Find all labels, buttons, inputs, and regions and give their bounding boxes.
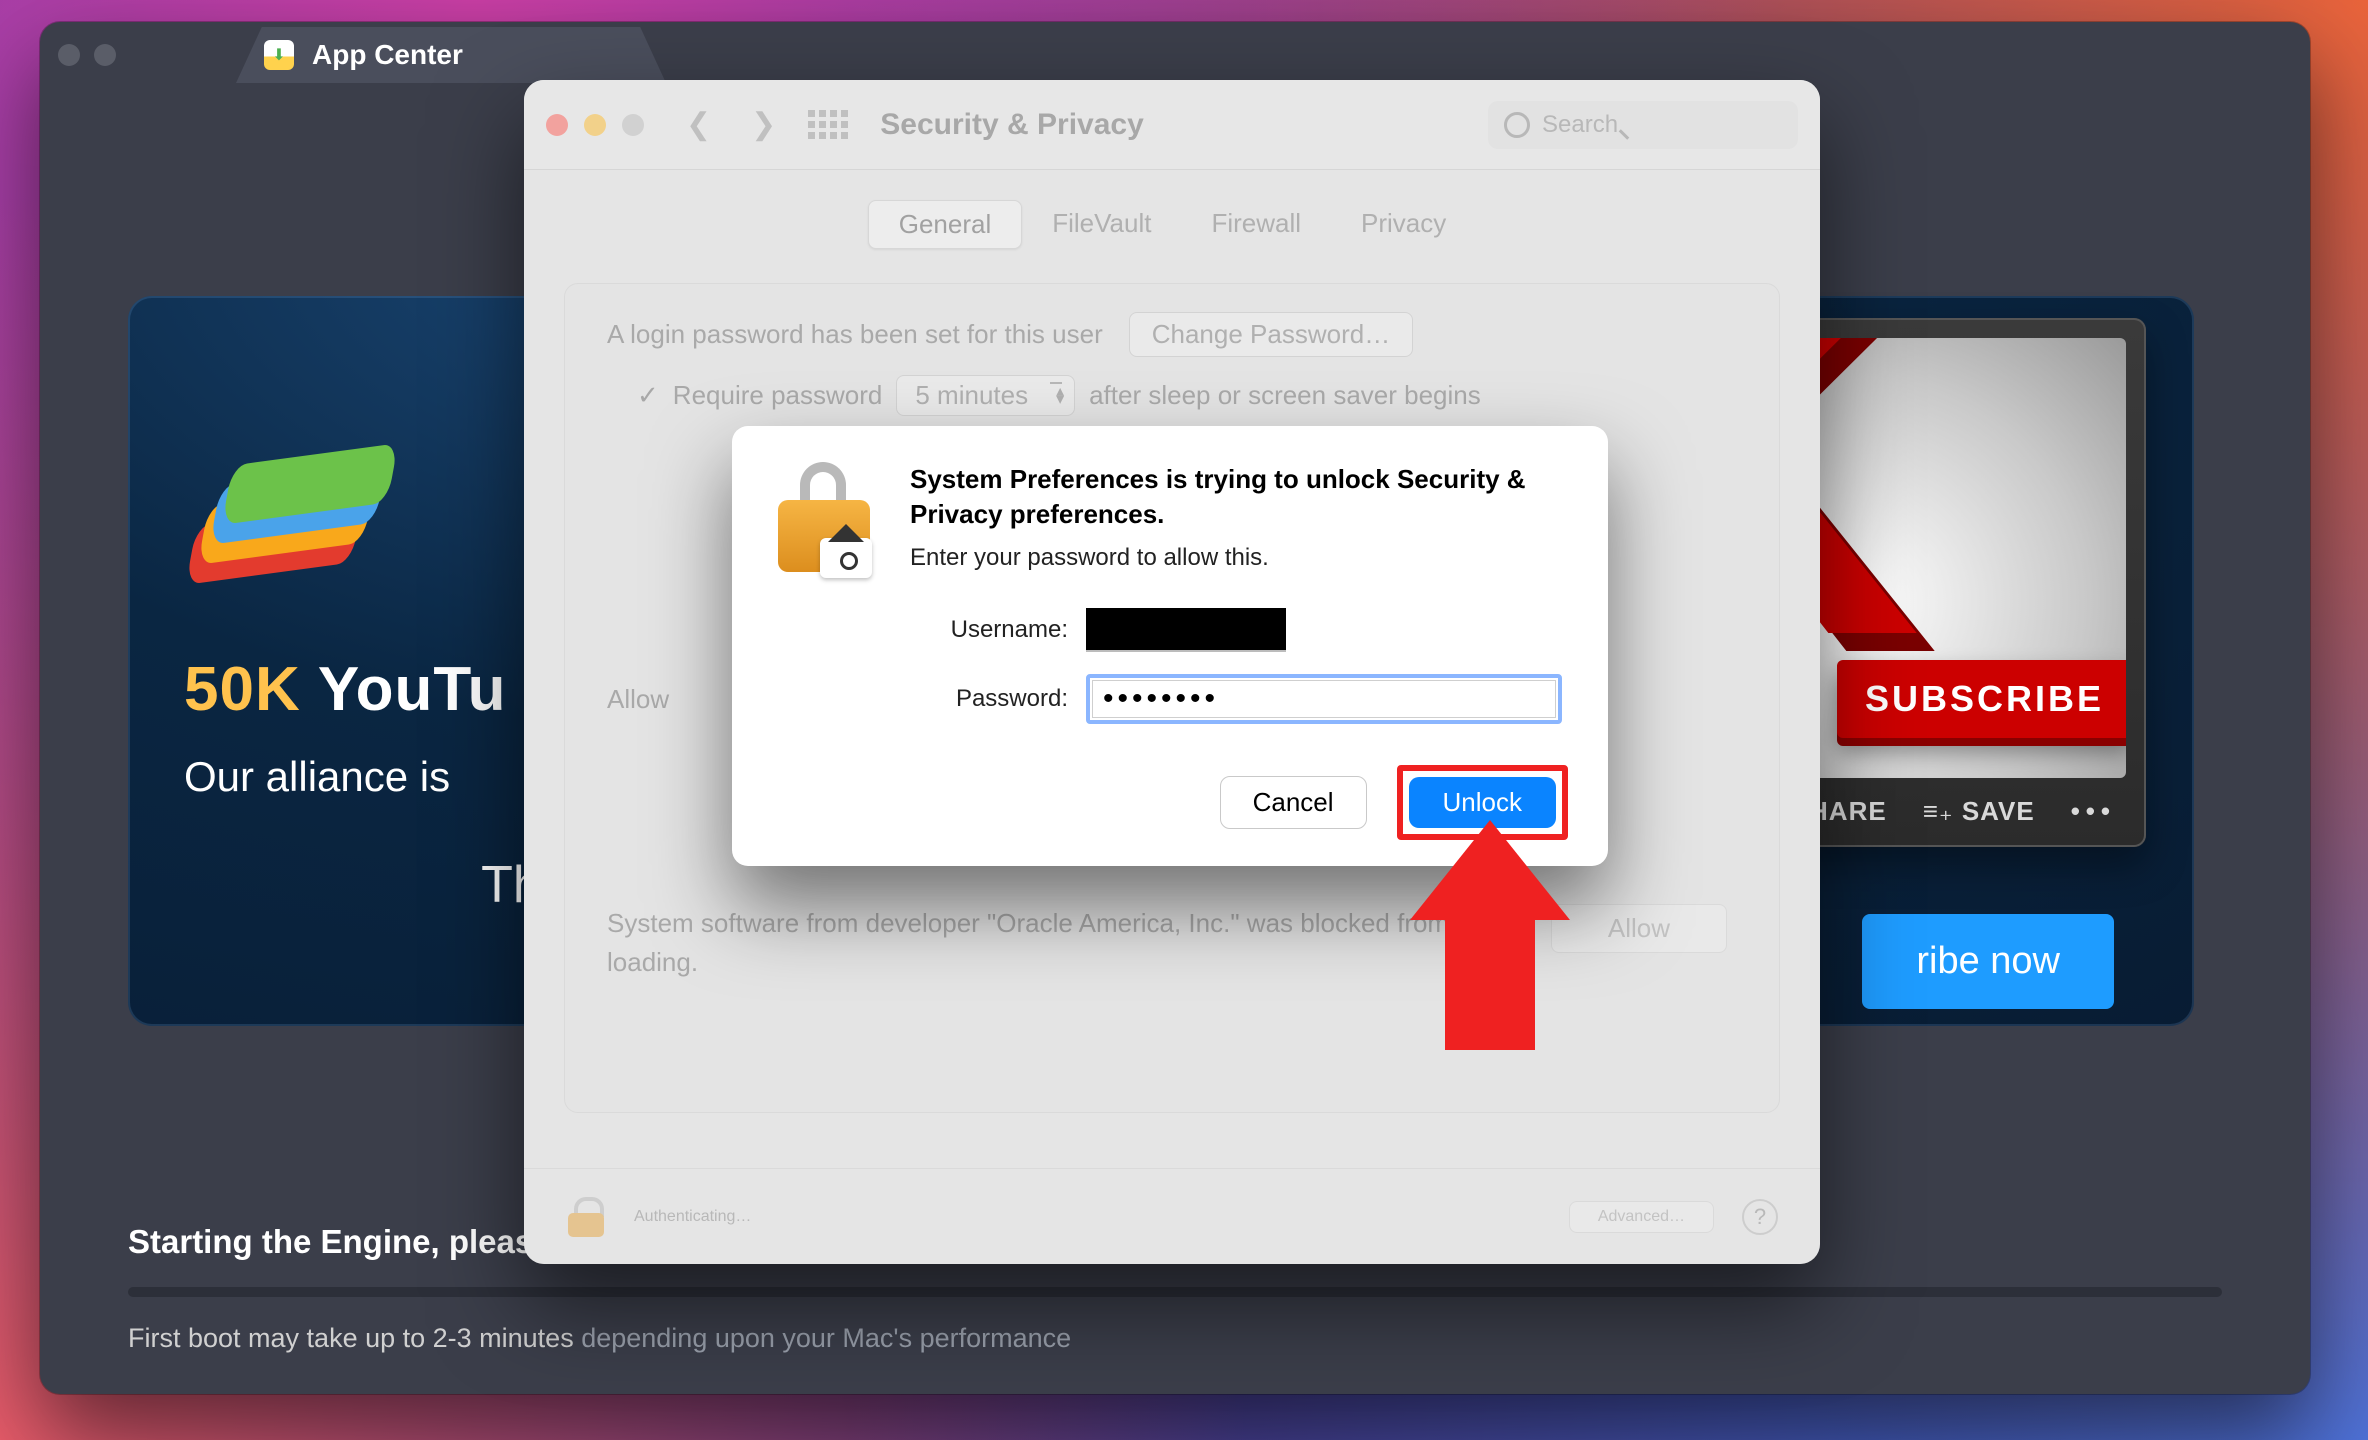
all-prefs-grid-icon[interactable]	[808, 110, 848, 139]
lock-icon[interactable]	[566, 1197, 606, 1237]
password-delay-select[interactable]: 5 minutes ▴▾	[896, 375, 1075, 416]
tab-label: App Center	[312, 39, 463, 71]
app-center-icon	[264, 40, 294, 70]
tab-privacy[interactable]: Privacy	[1331, 200, 1476, 249]
unlock-button[interactable]: Unlock	[1409, 777, 1556, 828]
window-traffic-lights[interactable]	[546, 114, 644, 136]
pref-toolbar: ❮ ❯ Security & Privacy Search	[524, 80, 1820, 170]
subscribe-now-button[interactable]: ribe now	[1862, 914, 2114, 1009]
bluestacks-logo-icon	[184, 444, 384, 614]
tab-general[interactable]: General	[868, 200, 1023, 249]
tab-firewall[interactable]: Firewall	[1181, 200, 1331, 249]
app-center-titlebar: App Center	[40, 22, 2310, 88]
window-control-dot[interactable]	[94, 44, 116, 66]
change-password-button[interactable]: Change Password…	[1129, 312, 1413, 357]
search-placeholder: Search	[1542, 111, 1618, 139]
progress-bar	[128, 1287, 2222, 1297]
require-password-label: Require password	[673, 380, 883, 411]
forward-button[interactable]: ❯	[743, 103, 784, 146]
unlock-highlight: Unlock	[1397, 765, 1568, 840]
back-button[interactable]: ❮	[678, 103, 719, 146]
zoom-icon[interactable]	[622, 114, 644, 136]
search-input[interactable]: Search	[1488, 101, 1798, 149]
require-password-checkbox[interactable]: ✓	[637, 380, 659, 411]
auth-subheading: Enter your password to allow this.	[910, 544, 1568, 572]
window-controls[interactable]	[58, 44, 116, 66]
password-field[interactable]	[1092, 680, 1556, 718]
save-button[interactable]: SAVE	[1923, 796, 2035, 827]
auth-dialog: System Preferences is trying to unlock S…	[732, 426, 1608, 866]
allow-button[interactable]: Allow	[1551, 904, 1727, 953]
pref-title: Security & Privacy	[880, 108, 1143, 142]
password-label: Password:	[868, 685, 1068, 713]
advanced-button[interactable]: Advanced…	[1569, 1201, 1714, 1233]
login-password-label: A login password has been set for this u…	[607, 319, 1103, 350]
help-button[interactable]: ?	[1742, 1199, 1778, 1235]
auth-lock-icon	[772, 462, 882, 576]
auth-status: Authenticating…	[634, 1208, 751, 1226]
tab-app-center[interactable]: App Center	[236, 27, 666, 83]
after-sleep-label: after sleep or screen saver begins	[1089, 380, 1481, 411]
blocked-software-text: System software from developer "Oracle A…	[607, 904, 1529, 982]
more-button[interactable]: •••	[2071, 796, 2116, 827]
minimize-icon[interactable]	[584, 114, 606, 136]
auth-heading: System Preferences is trying to unlock S…	[910, 462, 1568, 532]
username-label: Username:	[868, 616, 1068, 644]
cancel-button[interactable]: Cancel	[1220, 776, 1367, 829]
pref-tabs[interactable]: General FileVault Firewall Privacy	[564, 200, 1780, 249]
allow-apps-label: Allow	[607, 684, 669, 715]
tab-filevault[interactable]: FileVault	[1022, 200, 1181, 249]
username-field[interactable]	[1086, 608, 1286, 652]
status-detail: First boot may take up to 2-3 minutes de…	[128, 1323, 2222, 1354]
window-control-dot[interactable]	[58, 44, 80, 66]
pref-footer: Authenticating… Advanced… ?	[524, 1168, 1820, 1264]
subscribe-pill[interactable]: SUBSCRIBE	[1837, 660, 2126, 738]
close-icon[interactable]	[546, 114, 568, 136]
